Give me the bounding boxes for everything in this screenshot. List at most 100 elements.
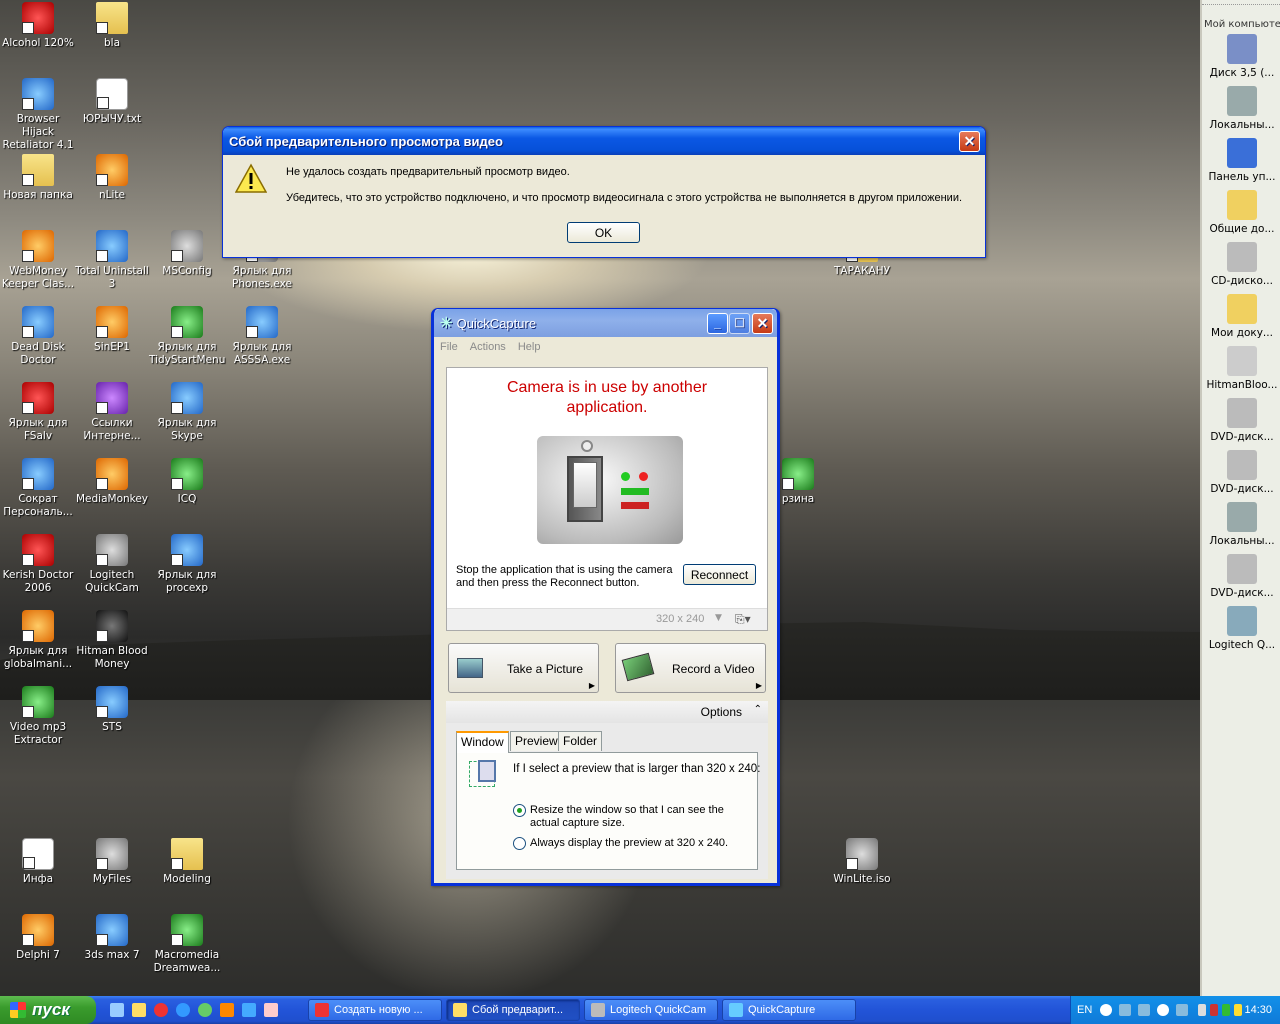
quick-launch <box>96 1003 306 1017</box>
desktop-icon[interactable]: Dead Disk Doctor <box>0 306 76 367</box>
my-computer-item[interactable]: Локальны... <box>1204 86 1280 132</box>
desktop-icon[interactable]: WinLite.iso <box>824 838 900 886</box>
desktop-icon[interactable]: Ярлык для globalmani... <box>0 610 76 671</box>
tray-network-icon[interactable] <box>1198 1004 1207 1016</box>
globalmanic-icon <box>22 610 54 642</box>
desktop-icon[interactable]: SinEP1 <box>74 306 150 354</box>
desktop-icon[interactable]: nLite <box>74 154 150 202</box>
menu-actions[interactable]: Actions <box>470 341 506 353</box>
webmoney-icon <box>22 230 54 262</box>
taskbar-button[interactable]: Logitech QuickCam <box>584 999 718 1021</box>
desktop-icon[interactable]: Ссылки Интерне... <box>74 382 150 443</box>
tray-security-icon[interactable] <box>1210 1004 1219 1016</box>
ok-button[interactable]: OK <box>567 222 640 243</box>
language-indicator[interactable]: EN <box>1077 1004 1092 1016</box>
reconnect-button[interactable]: Reconnect <box>683 564 756 585</box>
desktop-icon[interactable]: MediaMonkey <box>74 458 150 506</box>
desktop-icon[interactable]: MyFiles <box>74 838 150 886</box>
my-computer-item[interactable]: DVD-диск... <box>1204 450 1280 496</box>
desktop-icon[interactable]: Video mp3 Extractor <box>0 686 76 747</box>
my-computer-item[interactable]: Logitech Q... <box>1204 606 1280 652</box>
tray-volume-icon[interactable] <box>1234 1004 1243 1016</box>
explorer-icon[interactable] <box>132 1003 146 1017</box>
taskbar-button[interactable]: Сбой предварит... <box>446 999 580 1021</box>
my-computer-item[interactable]: Локальны... <box>1204 502 1280 548</box>
record-video-button[interactable]: Record a Video ▶ <box>615 643 766 693</box>
my-computer-item[interactable]: DVD-диск... <box>1204 398 1280 444</box>
desktop-icon[interactable]: ICQ <box>149 458 225 506</box>
text-file-icon <box>96 78 128 110</box>
tab-folder[interactable]: Folder <box>558 731 603 751</box>
desktop-icon[interactable]: Ярлык для Skype <box>149 382 225 443</box>
tray-antivirus-icon[interactable] <box>1222 1004 1231 1016</box>
my-computer-item[interactable]: Панель уп... <box>1204 138 1280 184</box>
internet-explorer-icon[interactable] <box>242 1003 256 1017</box>
resolution-dropdown[interactable]: 320 x 240 <box>656 613 704 625</box>
show-desktop-icon[interactable] <box>110 1003 124 1017</box>
desktop-icon[interactable]: Modeling <box>149 838 225 886</box>
desktop-icon-label: WinLite.iso <box>833 873 891 885</box>
my-computer-item[interactable]: Мои доку... <box>1204 294 1280 340</box>
desktop-icon[interactable]: bla <box>74 2 150 50</box>
taskbar-button[interactable]: QuickCapture <box>722 999 856 1021</box>
minimize-button[interactable]: _ <box>707 313 728 334</box>
tab-window[interactable]: Window <box>456 731 509 753</box>
desktop-icon[interactable]: MSConfig <box>149 230 225 278</box>
error-dialog-close-button[interactable]: ✕ <box>959 131 980 152</box>
my-computer-item[interactable]: CD-диско... <box>1204 242 1280 288</box>
desktop-icon[interactable]: Инфа <box>0 838 76 886</box>
start-button[interactable]: пуск <box>0 996 96 1024</box>
menu-help[interactable]: Help <box>518 341 541 353</box>
desktop-icon[interactable]: WebMoney Keeper Clas... <box>0 230 76 291</box>
take-picture-button[interactable]: Take a Picture ▶ <box>448 643 599 693</box>
messenger-icon[interactable] <box>198 1003 212 1017</box>
maximize-button[interactable]: ☐ <box>729 313 750 334</box>
media-controls[interactable] <box>1098 1004 1190 1016</box>
radio-resize-window-label[interactable]: Resize the window so that I can see the … <box>530 804 740 830</box>
desktop-icon[interactable]: STS <box>74 686 150 734</box>
opera-icon[interactable] <box>154 1003 168 1017</box>
taskbar-button[interactable]: Создать новую ... <box>308 999 442 1021</box>
desktop-icon-label: Ссылки Интерне... <box>83 417 141 442</box>
error-dialog-titlebar[interactable]: Сбой предварительного просмотра видео ✕ <box>223 127 985 155</box>
save-icon[interactable] <box>264 1003 278 1017</box>
my-computer-item[interactable]: HitmanBloo... <box>1204 346 1280 392</box>
camera-picture-icon <box>457 658 483 678</box>
radio-always-320-label[interactable]: Always display the preview at 320 x 240. <box>530 837 728 849</box>
capture-settings-icon[interactable]: ⎘▾ <box>735 612 751 627</box>
media-player-icon[interactable] <box>176 1003 190 1017</box>
desktop-icon[interactable]: Сократ Персональ... <box>0 458 76 519</box>
desktop-icon[interactable]: Browser Hijack Retaliator 4.1 <box>0 78 76 152</box>
my-computer-item[interactable]: Диск 3,5 (... <box>1204 34 1280 80</box>
desktop-icon[interactable]: Ярлык для procexp <box>149 534 225 595</box>
collapse-chevron-icon[interactable]: ⌃ <box>754 704 762 715</box>
options-header[interactable]: Options ⌃ <box>446 701 768 723</box>
desktop-icon[interactable]: Новая папка <box>0 154 76 202</box>
radio-always-320[interactable] <box>513 837 526 850</box>
desktop-icon[interactable]: Ярлык для FSalv <box>0 382 76 443</box>
desktop-icon[interactable]: Kerish Doctor 2006 <box>0 534 76 595</box>
tab-preview[interactable]: Preview <box>510 731 563 751</box>
my-computer-item[interactable]: Общие до... <box>1204 190 1280 236</box>
camera-status-message: Camera is in use by another application. <box>506 379 708 416</box>
desktop-icon[interactable]: Logitech QuickCam <box>74 534 150 595</box>
desktop-icon[interactable]: 3ds max 7 <box>74 914 150 962</box>
desktop-icon[interactable]: Ярлык для ASSSA.exe <box>224 306 300 367</box>
menu-file[interactable]: File <box>440 341 458 353</box>
desktop-icon[interactable]: Alcohol 120% <box>0 2 76 50</box>
quickcapture-titlebar[interactable]: ✳ QuickCapture _ ☐ ✕ <box>434 309 777 337</box>
winamp-icon[interactable] <box>220 1003 234 1017</box>
desktop-icon[interactable]: Total Uninstall 3 <box>74 230 150 291</box>
desktop-icon[interactable]: Macromedia Dreamwea... <box>149 914 225 975</box>
desktop-icon[interactable]: Hitman Blood Money <box>74 610 150 671</box>
lifebuoy-icon <box>22 382 54 414</box>
desktop-icon-label: Сократ Персональ... <box>3 493 73 518</box>
radio-resize-window[interactable] <box>513 804 526 817</box>
quickcapture-close-button[interactable]: ✕ <box>752 313 773 334</box>
desktop-icon[interactable]: Delphi 7 <box>0 914 76 962</box>
clock[interactable]: 14:30 <box>1244 1004 1272 1016</box>
desktop-icon[interactable]: Ярлык для TidyStartMenu <box>149 306 225 367</box>
my-computer-item[interactable]: DVD-диск... <box>1204 554 1280 600</box>
desktop-icon[interactable]: ЮРЫЧУ.txt <box>74 78 150 126</box>
my-computer-item-label: Локальны... <box>1209 119 1275 131</box>
